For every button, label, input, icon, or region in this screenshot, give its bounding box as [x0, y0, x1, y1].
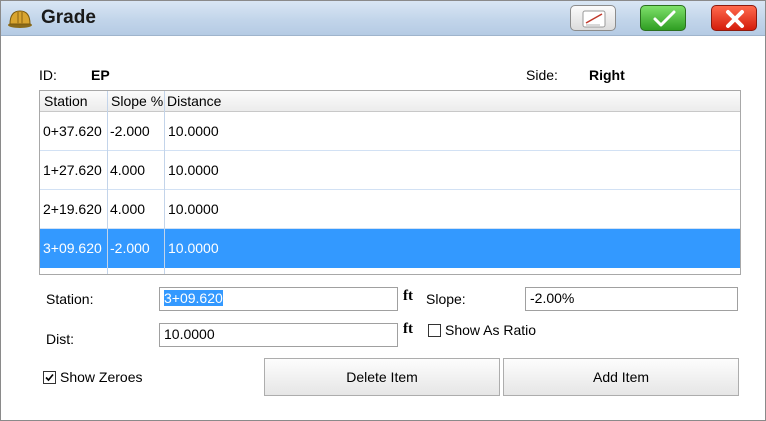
- window-title: Grade: [41, 7, 96, 28]
- delete-item-button[interactable]: Delete Item: [264, 358, 500, 396]
- show-as-ratio-checkbox[interactable]: [428, 324, 441, 337]
- distance-cell: 10.0000: [168, 162, 219, 178]
- slope-label: Slope:: [426, 291, 466, 307]
- distance-cell: 10.0000: [168, 240, 219, 256]
- show-zeroes-label[interactable]: Show Zeroes: [60, 369, 142, 385]
- column-header-distance[interactable]: Distance: [167, 93, 221, 109]
- station-cell: 0+37.620: [43, 123, 102, 139]
- grade-table[interactable]: Station Slope % Distance 0+37.620 -2.000…: [39, 90, 741, 275]
- check-icon: [45, 373, 54, 382]
- dist-label: Dist:: [46, 331, 74, 347]
- slope-cell: -2.000: [110, 240, 150, 256]
- id-label: ID:: [39, 67, 57, 83]
- table-header: Station Slope % Distance: [40, 91, 740, 112]
- slope-input[interactable]: -2.00%: [525, 287, 738, 311]
- show-as-ratio-label[interactable]: Show As Ratio: [445, 322, 536, 338]
- slope-cell: -2.000: [110, 123, 150, 139]
- hard-hat-icon: [7, 7, 33, 29]
- slope-cell: 4.000: [110, 162, 146, 178]
- ok-button[interactable]: [640, 5, 686, 31]
- table-row-selected[interactable]: 3+09.620 -2.000 10.0000: [40, 229, 740, 268]
- dist-input[interactable]: 10.0000: [159, 323, 398, 347]
- cancel-button[interactable]: [711, 5, 757, 31]
- show-zeroes-checkbox[interactable]: [43, 371, 56, 384]
- column-divider: [164, 91, 165, 274]
- note-button[interactable]: [570, 5, 616, 31]
- distance-cell: 10.0000: [168, 123, 219, 139]
- station-unit: ft: [403, 288, 413, 304]
- side-label: Side:: [526, 67, 558, 83]
- dist-unit: ft: [403, 321, 413, 337]
- add-item-button[interactable]: Add Item: [503, 358, 739, 396]
- title-bar: Grade: [1, 1, 765, 36]
- note-edit-icon: [582, 10, 606, 28]
- side-value: Right: [589, 67, 625, 83]
- station-cell: 3+09.620: [43, 240, 102, 256]
- station-label: Station:: [46, 291, 94, 307]
- close-icon: [726, 10, 744, 28]
- id-value: EP: [91, 67, 110, 83]
- table-row[interactable]: 2+19.620 4.000 10.0000: [40, 190, 740, 229]
- column-header-station[interactable]: Station: [44, 93, 88, 109]
- slope-input-value: -2.00%: [530, 290, 575, 306]
- station-input-value: 3+09.620: [164, 290, 223, 306]
- dist-input-value: 10.0000: [164, 326, 215, 342]
- distance-cell: 10.0000: [168, 201, 219, 217]
- column-divider: [107, 91, 108, 274]
- table-row[interactable]: 0+37.620 -2.000 10.0000: [40, 112, 740, 151]
- slope-cell: 4.000: [110, 201, 146, 217]
- checkmark-icon: [653, 10, 676, 27]
- station-cell: 1+27.620: [43, 162, 102, 178]
- grade-dialog: Grade ID: EP Side: Right Station Slope %…: [0, 0, 766, 421]
- station-cell: 2+19.620: [43, 201, 102, 217]
- column-header-slope[interactable]: Slope %: [111, 93, 163, 109]
- station-input[interactable]: 3+09.620: [159, 287, 398, 311]
- table-row[interactable]: 1+27.620 4.000 10.0000: [40, 151, 740, 190]
